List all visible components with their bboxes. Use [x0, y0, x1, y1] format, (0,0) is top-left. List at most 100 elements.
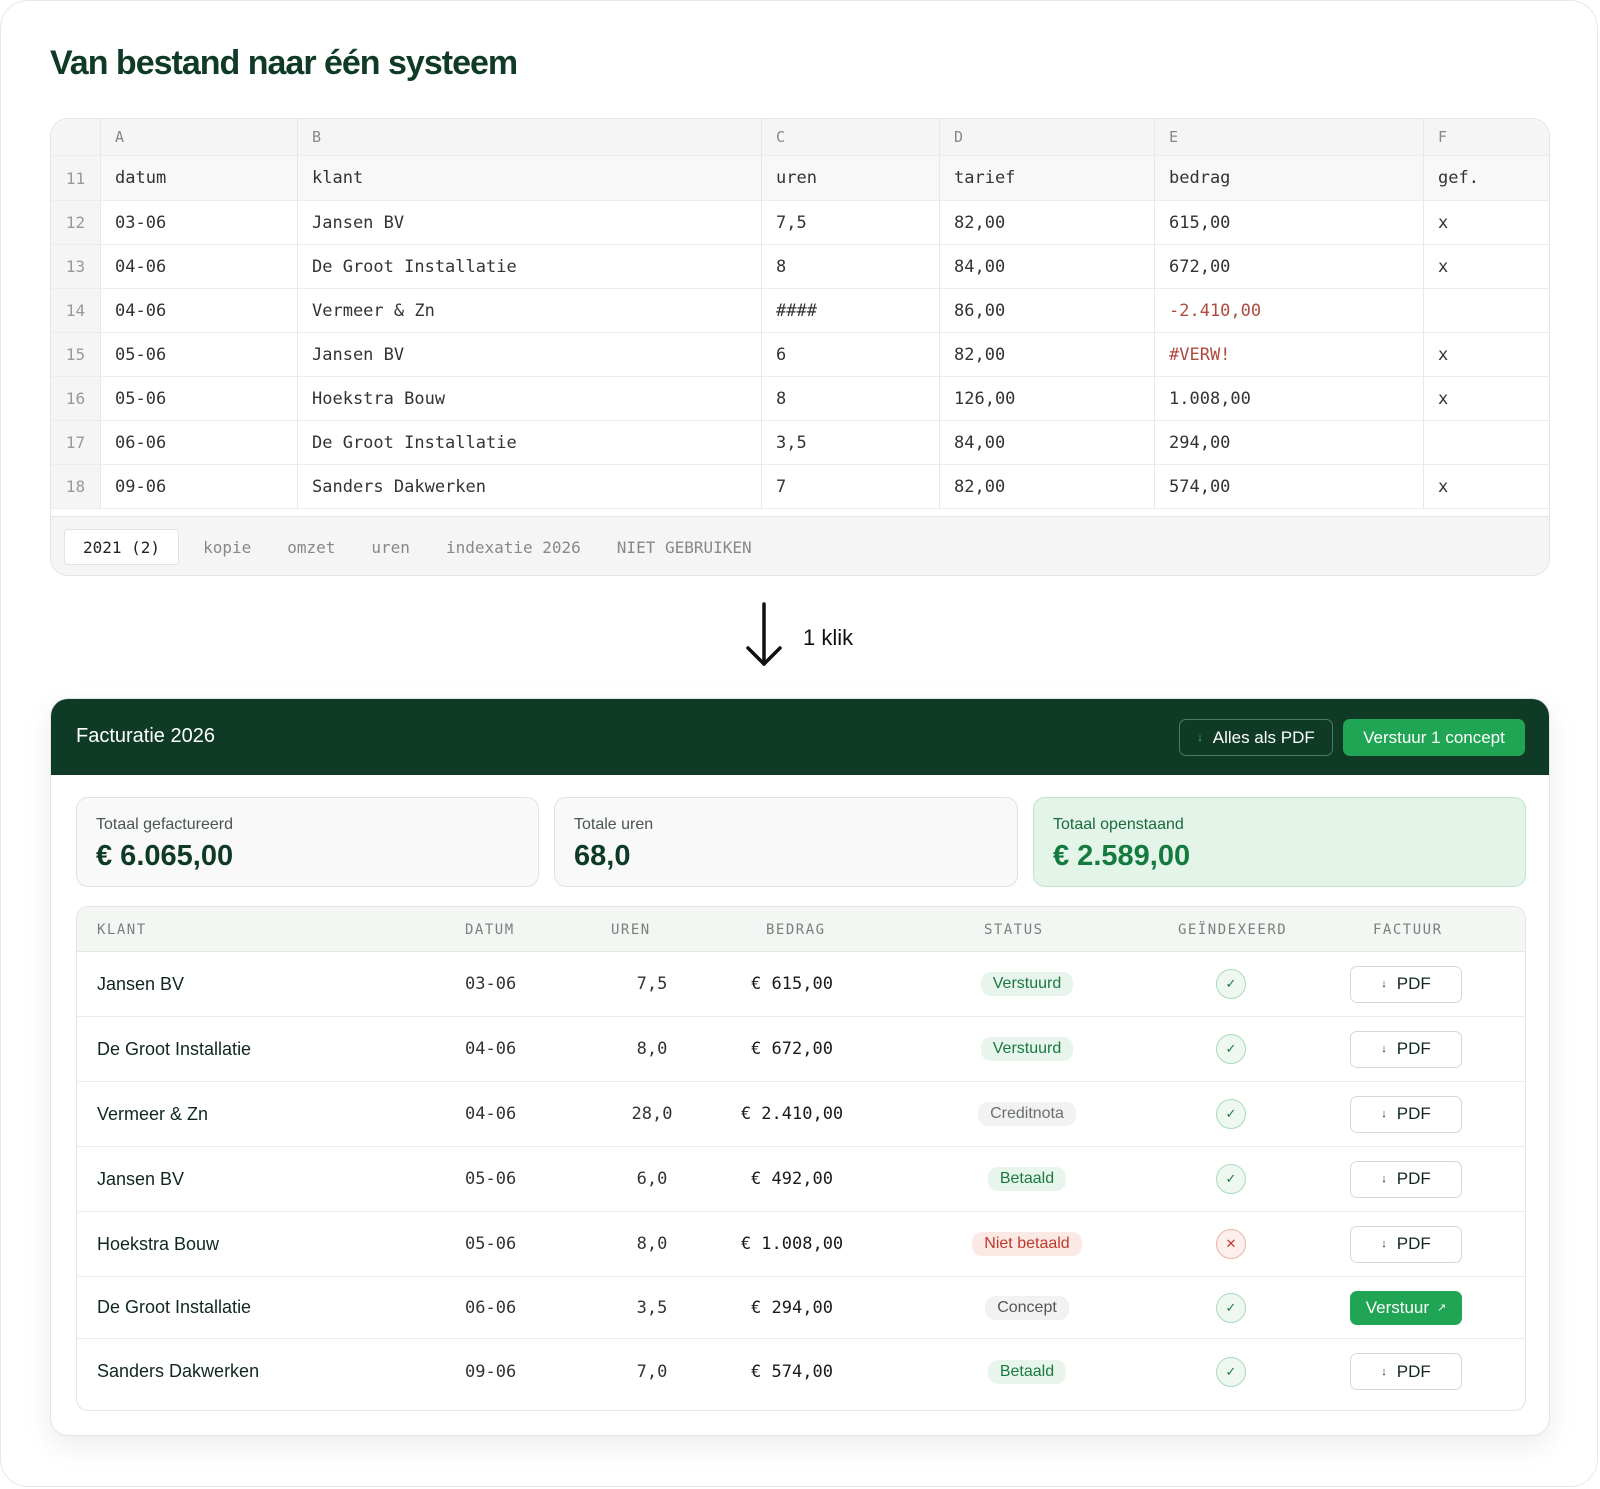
- send-concept-button[interactable]: Verstuur 1 concept: [1343, 719, 1525, 756]
- table-row[interactable]: Jansen BV 03-06 7,5 € 615,00 Verstuurd ✓…: [77, 952, 1525, 1017]
- cell-factuur: ↓ PDF: [1350, 1147, 1462, 1211]
- sheet-cell[interactable]: 82,00: [940, 201, 1155, 244]
- table-row[interactable]: Hoekstra Bouw 05-06 8,0 € 1.008,00 Niet …: [77, 1212, 1525, 1277]
- spreadsheet: A B C D E F 11 datum klant uren tarief b…: [50, 118, 1550, 576]
- sheet-tab[interactable]: NIET GEBRUIKEN: [599, 529, 770, 565]
- sheet-cell[interactable]: 06-06: [101, 421, 298, 464]
- sheet-tab[interactable]: 2021 (2): [64, 529, 180, 565]
- column-letter[interactable]: B: [298, 119, 762, 155]
- sheet-tab[interactable]: uren: [353, 529, 428, 565]
- sheet-cell[interactable]: De Groot Installatie: [298, 421, 762, 464]
- corner-cell[interactable]: [51, 119, 101, 155]
- column-header-factuur[interactable]: FACTUUR: [1373, 922, 1443, 938]
- sheet-cell[interactable]: 05-06: [101, 377, 298, 420]
- sheet-cell[interactable]: 05-06: [101, 333, 298, 376]
- sheet-cell[interactable]: 03-06: [101, 201, 298, 244]
- row-number[interactable]: 15: [51, 333, 101, 376]
- sheet-cell[interactable]: 7: [762, 465, 940, 508]
- sheet-cell[interactable]: 04-06: [101, 289, 298, 332]
- column-letter[interactable]: D: [940, 119, 1155, 155]
- sheet-tab[interactable]: indexatie 2026: [428, 529, 599, 565]
- column-header-status[interactable]: STATUS: [984, 922, 1044, 938]
- sheet-cell[interactable]: klant: [298, 156, 762, 200]
- column-header-klant[interactable]: KLANT: [97, 922, 147, 938]
- sheet-cell[interactable]: 672,00: [1155, 245, 1424, 288]
- sheet-tab[interactable]: kopie: [185, 529, 269, 565]
- row-number[interactable]: 13: [51, 245, 101, 288]
- sheet-cell[interactable]: x: [1424, 245, 1549, 288]
- sheet-cell[interactable]: tarief: [940, 156, 1155, 200]
- sheet-cell[interactable]: uren: [762, 156, 940, 200]
- sheet-cell[interactable]: datum: [101, 156, 298, 200]
- sheet-cell[interactable]: 574,00: [1155, 465, 1424, 508]
- sheet-cell[interactable]: 3,5: [762, 421, 940, 464]
- sheet-cell[interactable]: De Groot Installatie: [298, 245, 762, 288]
- column-header-geindexeerd[interactable]: GEÏNDEXEERD: [1178, 922, 1287, 938]
- sheet-cell[interactable]: x: [1424, 377, 1549, 420]
- column-header-bedrag[interactable]: BEDRAG: [766, 922, 826, 938]
- sheet-cell[interactable]: Jansen BV: [298, 201, 762, 244]
- download-icon: ↓: [1381, 1173, 1387, 1185]
- column-letter[interactable]: E: [1155, 119, 1424, 155]
- sheet-cell[interactable]: #VERW!: [1155, 333, 1424, 376]
- table-row[interactable]: Vermeer & Zn 04-06 28,0 € 2.410,00 Credi…: [77, 1082, 1525, 1147]
- sheet-cell[interactable]: [1424, 289, 1549, 332]
- table-row[interactable]: Jansen BV 05-06 6,0 € 492,00 Betaald ✓ ↓…: [77, 1147, 1525, 1212]
- cell-factuur: ↓ PDF: [1350, 1339, 1462, 1404]
- row-number[interactable]: 16: [51, 377, 101, 420]
- sheet-cell[interactable]: 615,00: [1155, 201, 1424, 244]
- sheet-cell[interactable]: 82,00: [940, 465, 1155, 508]
- sheet-cell[interactable]: -2.410,00: [1155, 289, 1424, 332]
- sheet-cell[interactable]: 7,5: [762, 201, 940, 244]
- column-letter[interactable]: C: [762, 119, 940, 155]
- cross-icon: ✕: [1216, 1229, 1246, 1259]
- download-pdf-button[interactable]: ↓ PDF: [1350, 1225, 1462, 1263]
- sheet-cell[interactable]: 6: [762, 333, 940, 376]
- download-pdf-button[interactable]: ↓ PDF: [1350, 1030, 1462, 1068]
- row-number[interactable]: 12: [51, 201, 101, 244]
- sheet-cell[interactable]: 04-06: [101, 245, 298, 288]
- column-letter[interactable]: F: [1424, 119, 1549, 155]
- sheet-cell[interactable]: x: [1424, 333, 1549, 376]
- sheet-cell[interactable]: 84,00: [940, 421, 1155, 464]
- sheet-cell[interactable]: 294,00: [1155, 421, 1424, 464]
- sheet-cell[interactable]: gef.: [1424, 156, 1549, 200]
- row-number[interactable]: 11: [51, 156, 101, 200]
- sheet-cell[interactable]: Jansen BV: [298, 333, 762, 376]
- pdf-label: PDF: [1396, 1104, 1431, 1123]
- sheet-cell[interactable]: 82,00: [940, 333, 1155, 376]
- table-row[interactable]: Sanders Dakwerken 09-06 7,0 € 574,00 Bet…: [77, 1339, 1525, 1404]
- sheet-cell[interactable]: 1.008,00: [1155, 377, 1424, 420]
- sheet-cell[interactable]: x: [1424, 465, 1549, 508]
- table-row[interactable]: De Groot Installatie 06-06 3,5 € 294,00 …: [77, 1277, 1525, 1339]
- sheet-cell[interactable]: Vermeer & Zn: [298, 289, 762, 332]
- download-pdf-button[interactable]: ↓ PDF: [1350, 1353, 1462, 1390]
- row-number[interactable]: 18: [51, 465, 101, 508]
- sheet-cell[interactable]: 126,00: [940, 377, 1155, 420]
- download-icon: ↓: [1381, 1365, 1387, 1378]
- column-letter[interactable]: A: [101, 119, 298, 155]
- sheet-cell[interactable]: ####: [762, 289, 940, 332]
- column-header-datum[interactable]: DATUM: [465, 922, 515, 938]
- sheet-cell[interactable]: 09-06: [101, 465, 298, 508]
- cell-datum: 09-06: [465, 1361, 517, 1382]
- sheet-cell[interactable]: Sanders Dakwerken: [298, 465, 762, 508]
- download-pdf-button[interactable]: ↓ PDF: [1350, 965, 1462, 1003]
- download-pdf-button[interactable]: ↓ PDF: [1350, 1095, 1462, 1133]
- sheet-cell[interactable]: bedrag: [1155, 156, 1424, 200]
- column-header-uren[interactable]: UREN: [611, 922, 651, 938]
- sheet-cell[interactable]: 86,00: [940, 289, 1155, 332]
- row-number[interactable]: 14: [51, 289, 101, 332]
- row-number[interactable]: 17: [51, 421, 101, 464]
- download-pdf-button[interactable]: ↓ PDF: [1350, 1160, 1462, 1198]
- sheet-tab[interactable]: omzet: [269, 529, 353, 565]
- sheet-cell[interactable]: Hoekstra Bouw: [298, 377, 762, 420]
- sheet-cell[interactable]: [1424, 421, 1549, 464]
- table-row[interactable]: De Groot Installatie 04-06 8,0 € 672,00 …: [77, 1017, 1525, 1082]
- sheet-cell[interactable]: x: [1424, 201, 1549, 244]
- download-all-pdf-button[interactable]: ↓ Alles als PDF: [1179, 719, 1333, 756]
- sheet-cell[interactable]: 8: [762, 377, 940, 420]
- sheet-cell[interactable]: 8: [762, 245, 940, 288]
- sheet-cell[interactable]: 84,00: [940, 245, 1155, 288]
- send-invoice-button[interactable]: Verstuur ↗: [1350, 1290, 1462, 1325]
